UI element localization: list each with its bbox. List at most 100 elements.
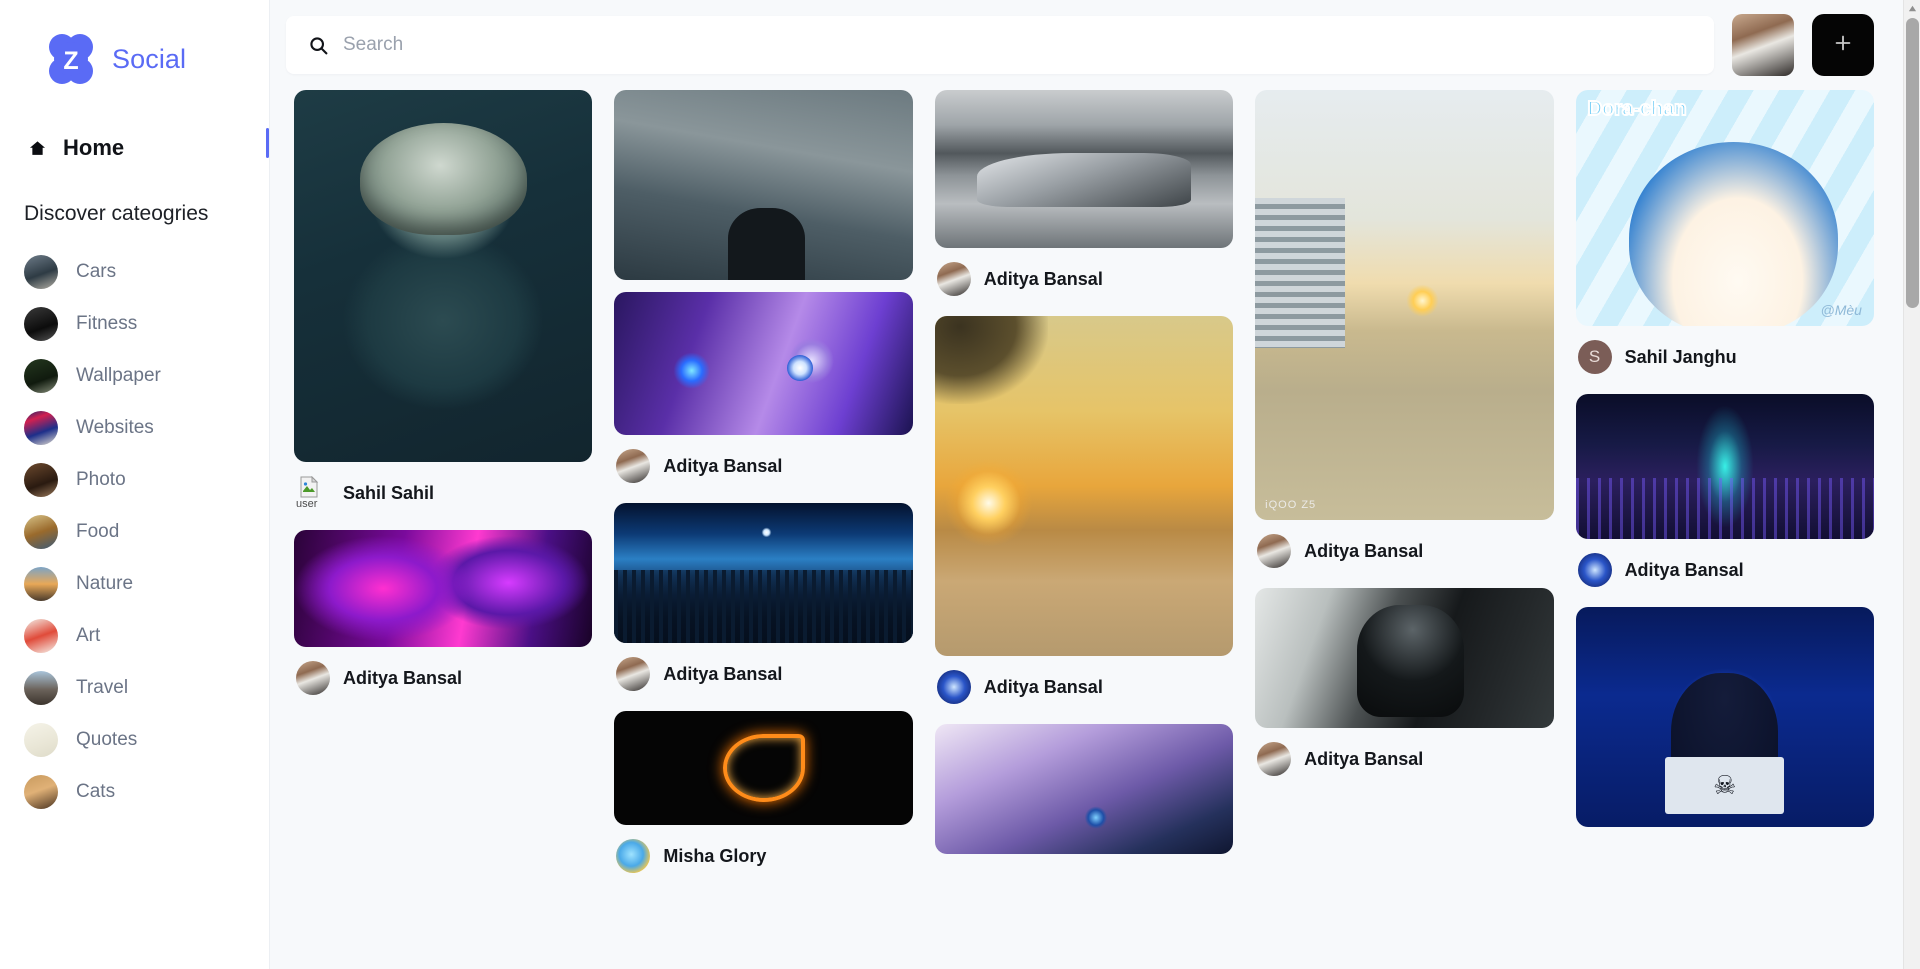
page-scrollbar[interactable] bbox=[1903, 0, 1920, 969]
sidebar-item-photo[interactable]: Photo bbox=[0, 454, 269, 506]
category-thumbnail bbox=[24, 671, 58, 705]
scrollbar-thumb[interactable] bbox=[1906, 18, 1919, 308]
post-card[interactable]: iQOO Z5 Aditya Bansal bbox=[1255, 90, 1554, 584]
post-card[interactable]: Aditya Bansal bbox=[614, 292, 913, 499]
author-avatar[interactable] bbox=[616, 657, 651, 691]
post-card[interactable] bbox=[934, 724, 1234, 862]
author-name: Aditya Bansal bbox=[1304, 748, 1424, 769]
post-image[interactable] bbox=[294, 530, 593, 647]
author-avatar[interactable]: S bbox=[1577, 340, 1612, 374]
search-input[interactable] bbox=[343, 34, 1692, 56]
post-image[interactable] bbox=[614, 711, 913, 825]
post-image[interactable]: iQOO Z5 bbox=[1255, 90, 1554, 520]
post-card[interactable]: ☠ bbox=[1575, 607, 1874, 835]
sidebar-item-label: Travel bbox=[76, 677, 129, 698]
post-card[interactable]: Aditya Bansal bbox=[1255, 588, 1554, 792]
post-image[interactable] bbox=[934, 724, 1234, 854]
topbar bbox=[270, 0, 1920, 90]
brand-logo[interactable]: Z Social bbox=[0, 0, 269, 88]
post-author[interactable]: Aditya Bansal bbox=[935, 656, 1233, 720]
broken-image-alt: user bbox=[296, 498, 318, 510]
post-card[interactable] bbox=[614, 90, 913, 288]
broken-image-icon: user bbox=[296, 475, 330, 510]
author-avatar[interactable] bbox=[616, 449, 651, 483]
sidebar-item-wallpaper[interactable]: Wallpaper bbox=[0, 350, 269, 402]
profile-avatar[interactable] bbox=[1732, 14, 1794, 76]
author-avatar[interactable] bbox=[936, 670, 971, 704]
sidebar-item-art[interactable]: Art bbox=[0, 610, 269, 662]
post-card[interactable]: Aditya Bansal bbox=[294, 530, 593, 711]
category-thumbnail bbox=[24, 411, 58, 445]
post-image[interactable] bbox=[1575, 394, 1874, 539]
category-thumbnail bbox=[24, 723, 58, 757]
post-card[interactable]: user Sahil Sahil bbox=[294, 90, 593, 526]
post-card[interactable]: Dora-chan @Mèu S Sahil Janghu bbox=[1575, 90, 1874, 390]
author-avatar[interactable] bbox=[1577, 553, 1612, 587]
post-image[interactable] bbox=[614, 503, 913, 643]
author-name: Aditya Bansal bbox=[343, 667, 463, 688]
author-avatar[interactable] bbox=[1257, 742, 1292, 776]
post-author[interactable]: Aditya Bansal bbox=[294, 647, 592, 711]
post-author[interactable]: user Sahil Sahil bbox=[294, 462, 592, 526]
category-list: Cars Fitness Wallpaper Websites Photo Food Nat… bbox=[0, 246, 269, 818]
author-name: Aditya Bansal bbox=[983, 268, 1103, 289]
sidebar-item-quotes[interactable]: Quotes bbox=[0, 714, 269, 766]
author-avatar[interactable] bbox=[296, 661, 330, 695]
author-avatar[interactable] bbox=[616, 839, 651, 873]
scroll-up-arrow[interactable] bbox=[1904, 0, 1920, 17]
add-post-button[interactable] bbox=[1812, 14, 1874, 76]
search-icon bbox=[308, 35, 329, 56]
sidebar-item-travel[interactable]: Travel bbox=[0, 662, 269, 714]
post-author[interactable]: Aditya Bansal bbox=[1255, 520, 1553, 584]
sidebar-item-cats[interactable]: Cats bbox=[0, 766, 269, 818]
post-card[interactable]: Aditya Bansal bbox=[614, 503, 913, 707]
post-card[interactable]: Aditya Bansal bbox=[934, 316, 1234, 720]
post-author[interactable]: Aditya Bansal bbox=[614, 435, 912, 499]
post-author[interactable]: Aditya Bansal bbox=[1255, 728, 1553, 792]
sidebar-item-home-label: Home bbox=[63, 135, 125, 160]
sidebar-item-fitness[interactable]: Fitness bbox=[0, 298, 269, 350]
post-image[interactable] bbox=[1255, 588, 1554, 728]
post-image[interactable]: ☠ bbox=[1575, 607, 1874, 827]
post-image[interactable] bbox=[614, 292, 913, 435]
author-name: Sahil Sahil bbox=[343, 482, 435, 503]
sidebar: Z Social Home Discover cateogries Cars Fi… bbox=[0, 0, 270, 969]
sidebar-item-cars[interactable]: Cars bbox=[0, 246, 269, 298]
post-author[interactable]: Misha Glory bbox=[614, 825, 912, 889]
category-thumbnail bbox=[24, 619, 58, 653]
author-avatar[interactable] bbox=[936, 262, 971, 296]
sidebar-item-home[interactable]: Home bbox=[0, 132, 269, 164]
post-author[interactable]: Aditya Bansal bbox=[935, 248, 1233, 312]
sidebar-item-label: Quotes bbox=[76, 729, 138, 750]
post-author[interactable]: S Sahil Janghu bbox=[1576, 326, 1874, 390]
plus-icon bbox=[1832, 32, 1854, 59]
camera-watermark: iQOO Z5 bbox=[1265, 499, 1317, 511]
post-image[interactable]: Dora-chan @Mèu bbox=[1575, 90, 1874, 326]
post-feed[interactable]: user Sahil Sahil Aditya Bansal Aditya Bansa… bbox=[270, 90, 1920, 969]
post-card[interactable]: Misha Glory bbox=[614, 711, 913, 889]
post-image[interactable] bbox=[934, 90, 1234, 248]
post-card[interactable]: Aditya Bansal bbox=[1575, 394, 1874, 603]
category-thumbnail bbox=[24, 515, 58, 549]
post-author[interactable]: Aditya Bansal bbox=[1576, 539, 1874, 603]
sidebar-item-food[interactable]: Food bbox=[0, 506, 269, 558]
laptop-shape: ☠ bbox=[1665, 756, 1785, 814]
sidebar-item-label: Wallpaper bbox=[76, 365, 161, 386]
home-icon bbox=[28, 139, 47, 158]
post-image[interactable] bbox=[614, 90, 913, 280]
sidebar-item-websites[interactable]: Websites bbox=[0, 402, 269, 454]
sidebar-item-nature[interactable]: Nature bbox=[0, 558, 269, 610]
search-bar[interactable] bbox=[286, 16, 1714, 74]
post-card[interactable]: Aditya Bansal bbox=[934, 90, 1234, 312]
post-author[interactable]: Aditya Bansal bbox=[614, 643, 912, 707]
author-name: Misha Glory bbox=[663, 845, 767, 866]
category-thumbnail bbox=[24, 567, 58, 601]
author-avatar[interactable] bbox=[1257, 534, 1292, 568]
sidebar-item-label: Cats bbox=[76, 781, 116, 802]
author-name: Aditya Bansal bbox=[1624, 559, 1744, 580]
post-image[interactable] bbox=[934, 316, 1234, 656]
author-name: Aditya Bansal bbox=[663, 455, 783, 476]
sidebar-item-label: Websites bbox=[76, 417, 154, 438]
sidebar-item-label: Nature bbox=[76, 573, 134, 594]
post-image[interactable] bbox=[294, 90, 593, 462]
